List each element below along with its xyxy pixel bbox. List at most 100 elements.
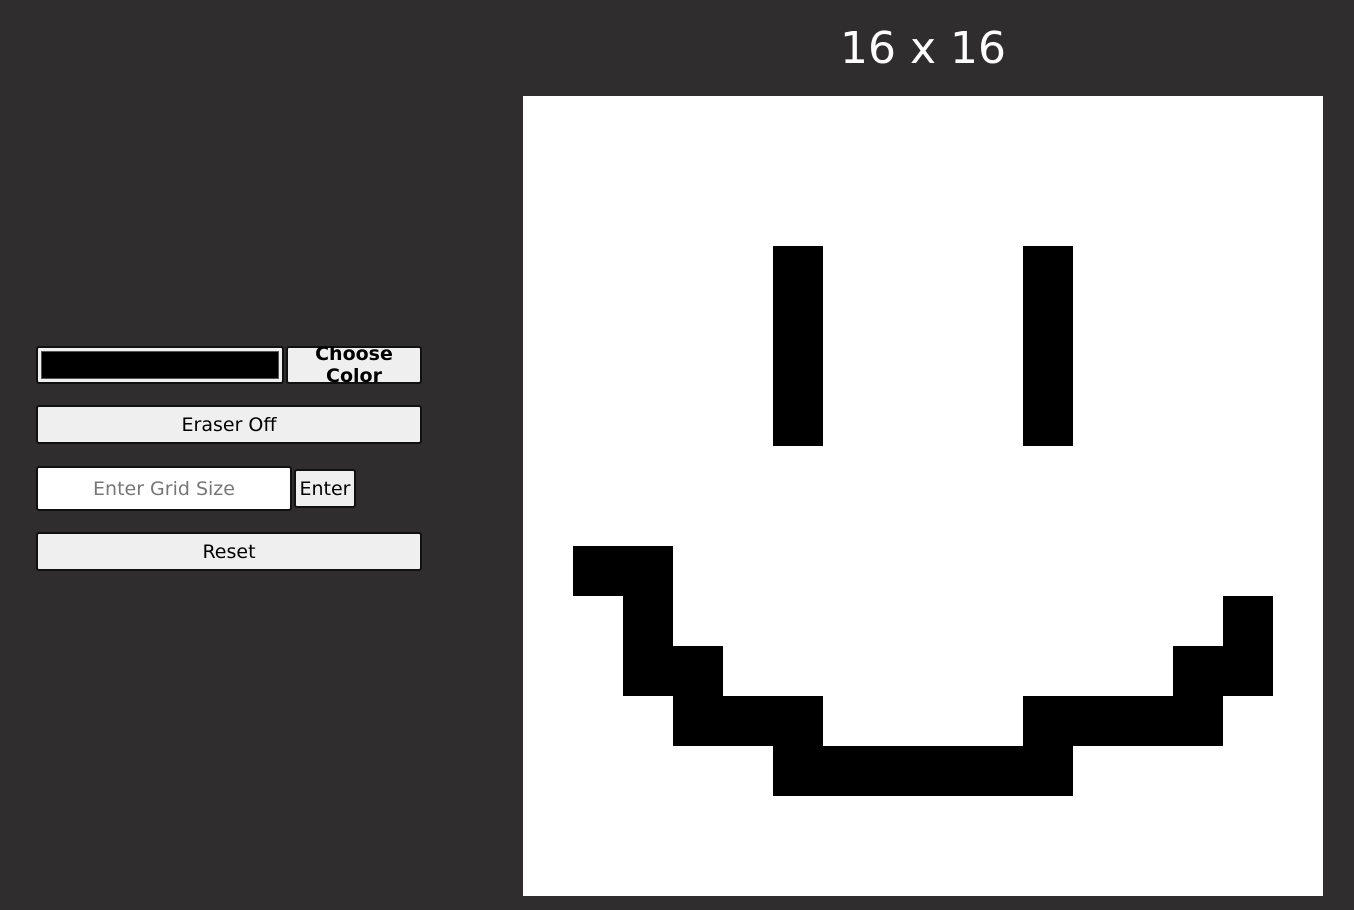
grid-cell[interactable] [623,546,673,596]
grid-cell[interactable] [823,96,873,146]
grid-cell[interactable] [1173,296,1223,346]
grid-cell[interactable] [873,246,923,296]
grid-cell[interactable] [573,146,623,196]
grid-cell[interactable] [623,846,673,896]
grid-cell[interactable] [773,846,823,896]
grid-cell[interactable] [673,246,723,296]
grid-cell[interactable] [573,796,623,846]
grid-cell[interactable] [673,696,723,746]
grid-cell[interactable] [1023,246,1073,296]
grid-cell[interactable] [1173,346,1223,396]
grid-cell[interactable] [1073,246,1123,296]
grid-cell[interactable] [873,646,923,696]
grid-cell[interactable] [1273,96,1323,146]
grid-cell[interactable] [623,346,673,396]
grid-cell[interactable] [1073,646,1123,696]
grid-cell[interactable] [973,96,1023,146]
grid-cell[interactable] [673,146,723,196]
grid-cell[interactable] [723,346,773,396]
grid-cell[interactable] [1223,296,1273,346]
grid-cell[interactable] [923,196,973,246]
grid-cell[interactable] [1173,746,1223,796]
grid-cell[interactable] [1023,496,1073,546]
grid-cell[interactable] [1273,546,1323,596]
grid-cell[interactable] [573,396,623,446]
grid-cell[interactable] [923,746,973,796]
grid-cell[interactable] [1273,796,1323,846]
grid-cell[interactable] [523,646,573,696]
grid-cell[interactable] [623,196,673,246]
grid-cell[interactable] [1223,596,1273,646]
grid-cell[interactable] [1123,396,1173,446]
grid-cell[interactable] [573,746,623,796]
grid-cell[interactable] [623,596,673,646]
grid-cell[interactable] [873,396,923,446]
grid-cell[interactable] [1073,196,1123,246]
grid-cell[interactable] [1123,346,1173,396]
grid-cell[interactable] [1023,746,1073,796]
grid-cell[interactable] [673,396,723,446]
grid-cell[interactable] [573,496,623,546]
grid-cell[interactable] [873,546,923,596]
grid-cell[interactable] [723,746,773,796]
grid-cell[interactable] [1123,746,1173,796]
grid-cell[interactable] [573,96,623,146]
grid-cell[interactable] [1023,446,1073,496]
grid-cell[interactable] [773,496,823,546]
grid-cell[interactable] [773,196,823,246]
grid-cell[interactable] [1123,796,1173,846]
grid-cell[interactable] [1223,546,1273,596]
grid-cell[interactable] [1073,696,1123,746]
grid-cell[interactable] [723,546,773,596]
grid-cell[interactable] [1123,296,1173,346]
grid-cell[interactable] [973,546,1023,596]
grid-cell[interactable] [1023,646,1073,696]
grid-cell[interactable] [1073,296,1123,346]
grid-cell[interactable] [573,696,623,746]
grid-cell[interactable] [673,846,723,896]
grid-cell[interactable] [823,596,873,646]
grid-cell[interactable] [823,796,873,846]
grid-cell[interactable] [1173,396,1223,446]
grid-cell[interactable] [1073,346,1123,396]
grid-cell[interactable] [873,846,923,896]
grid-cell[interactable] [1173,596,1223,646]
grid-cell[interactable] [1173,696,1223,746]
grid-cell[interactable] [1273,146,1323,196]
color-picker[interactable] [36,346,284,384]
grid-cell[interactable] [1223,696,1273,746]
grid-cell[interactable] [623,496,673,546]
grid-cell[interactable] [823,546,873,596]
grid-cell[interactable] [573,246,623,296]
grid-cell[interactable] [1023,846,1073,896]
grid-cell[interactable] [1123,596,1173,646]
grid-cell[interactable] [773,446,823,496]
grid-cell[interactable] [1223,796,1273,846]
grid-cell[interactable] [573,546,623,596]
reset-button[interactable]: Reset [36,532,422,571]
grid-cell[interactable] [973,296,1023,346]
grid-cell[interactable] [823,496,873,546]
grid-cell[interactable] [573,596,623,646]
grid-cell[interactable] [1023,596,1073,646]
grid-cell[interactable] [923,696,973,746]
grid-cell[interactable] [1073,746,1123,796]
grid-cell[interactable] [723,196,773,246]
grid-cell[interactable] [1273,246,1323,296]
grid-cell[interactable] [923,96,973,146]
grid-cell[interactable] [973,246,1023,296]
grid-cell[interactable] [923,346,973,396]
grid-cell[interactable] [1223,446,1273,496]
grid-cell[interactable] [673,446,723,496]
grid-cell[interactable] [1223,496,1273,546]
grid-cell[interactable] [1223,196,1273,246]
grid-cell[interactable] [573,846,623,896]
grid-size-input[interactable] [36,466,292,511]
grid-cell[interactable] [873,146,923,196]
grid-cell[interactable] [1273,596,1323,646]
grid-cell[interactable] [1073,546,1123,596]
grid-cell[interactable] [873,446,923,496]
choose-color-button[interactable]: Choose Color [286,343,422,387]
grid-cell[interactable] [1173,846,1223,896]
grid-cell[interactable] [1223,646,1273,696]
